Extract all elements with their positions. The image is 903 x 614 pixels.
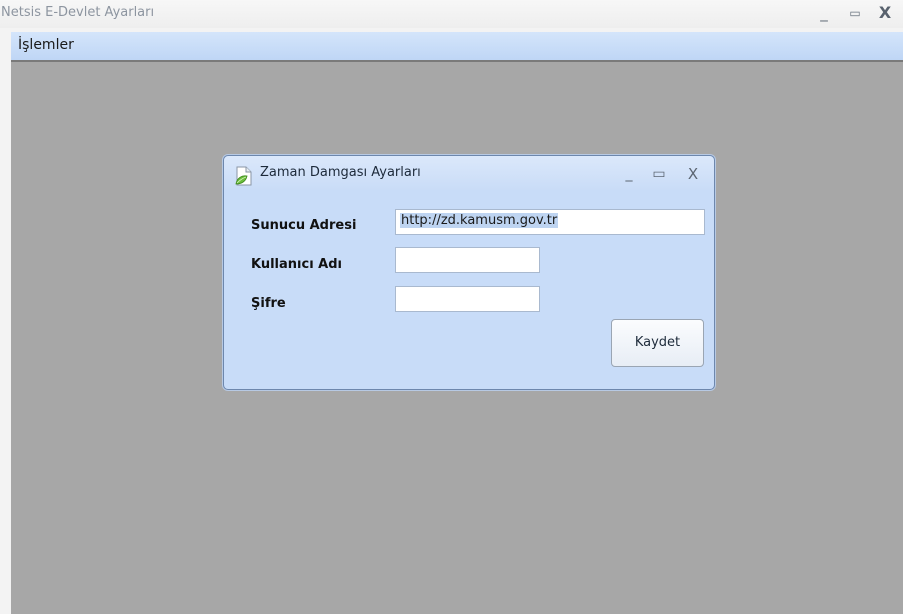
dialog-title-bar[interactable]: Zaman Damgası Ayarları _ ▭ X: [224, 156, 714, 190]
username-field[interactable]: [395, 247, 540, 273]
maximize-icon: ▭: [652, 166, 666, 182]
minimize-icon: _: [820, 4, 828, 22]
window-title-bar[interactable]: Netsis E-Devlet Ayarları _ ▭ X: [0, 0, 903, 28]
close-icon: X: [878, 3, 892, 22]
close-button[interactable]: X: [875, 2, 895, 24]
dialog-title: Zaman Damgası Ayarları: [260, 165, 421, 180]
dialog-close-button[interactable]: X: [684, 165, 702, 183]
server-address-label: Sunucu Adresi: [251, 218, 357, 233]
window-title: Netsis E-Devlet Ayarları: [1, 5, 155, 20]
dialog-maximize-button[interactable]: ▭: [650, 165, 668, 183]
password-label: Şifre: [251, 296, 286, 311]
menu-bar: İşlemler: [11, 32, 903, 62]
main-window: Netsis E-Devlet Ayarları _ ▭ X İşlemler …: [0, 0, 903, 614]
document-leaf-icon: [235, 166, 253, 186]
maximize-icon: ▭: [849, 6, 861, 20]
timestamp-settings-dialog: Zaman Damgası Ayarları _ ▭ X Sunucu Adre…: [223, 155, 715, 390]
save-button[interactable]: Kaydet: [611, 319, 704, 367]
close-icon: X: [687, 165, 699, 183]
menu-item-islemler[interactable]: İşlemler: [16, 37, 76, 53]
username-label: Kullanıcı Adı: [251, 257, 343, 272]
server-address-value: http://zd.kamusm.gov.tr: [400, 213, 559, 228]
dialog-minimize-button[interactable]: _: [620, 165, 638, 183]
password-field[interactable]: [395, 286, 540, 312]
minimize-button[interactable]: _: [814, 2, 834, 24]
maximize-button[interactable]: ▭: [845, 2, 865, 24]
server-address-field[interactable]: http://zd.kamusm.gov.tr: [395, 209, 705, 235]
minimize-icon: _: [625, 166, 633, 182]
